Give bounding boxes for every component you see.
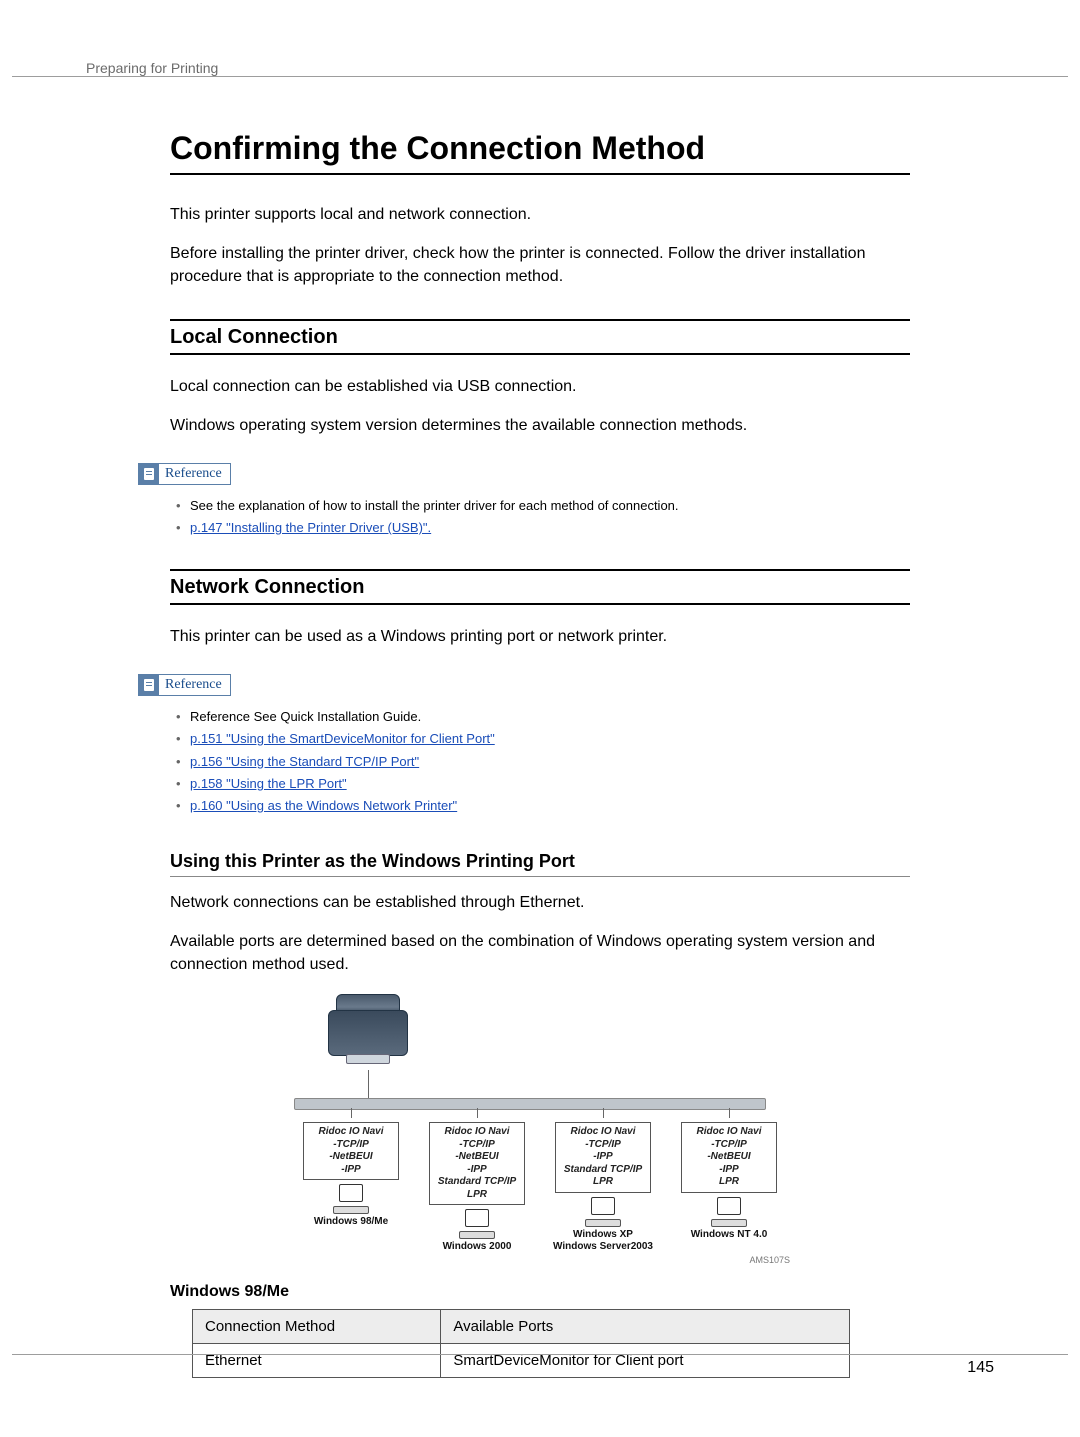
computer-icon xyxy=(331,1184,371,1214)
list-item: p.147 "Installing the Printer Driver (US… xyxy=(176,517,910,539)
reference-link[interactable]: p.151 "Using the SmartDeviceMonitor for … xyxy=(190,731,495,746)
figure-id: AMS107S xyxy=(290,1255,790,1265)
top-rule xyxy=(12,76,1068,77)
reference-text: See the explanation of how to install th… xyxy=(190,498,679,513)
reference-link[interactable]: p.156 "Using the Standard TCP/IP Port" xyxy=(190,754,419,769)
reference-label: Reference xyxy=(159,675,230,695)
diagram-node: Ridoc IO Navi -TCP/IP -NetBEUI -IPP Stan… xyxy=(422,1108,532,1253)
reference-icon xyxy=(139,464,159,484)
section-network-connection: Network Connection xyxy=(170,569,910,605)
reference-text: Reference See Quick Installation Guide. xyxy=(190,709,421,724)
content-area: Confirming the Connection Method This pr… xyxy=(170,130,910,1378)
os-label: Windows 98/Me xyxy=(296,1216,406,1228)
table-header-row: Connection Method Available Ports xyxy=(193,1310,850,1344)
list-item: p.151 "Using the SmartDeviceMonitor for … xyxy=(176,728,910,750)
diagram-nodes: Ridoc IO Navi -TCP/IP -NetBEUI -IPP Wind… xyxy=(290,1108,790,1253)
list-item: p.156 "Using the Standard TCP/IP Port" xyxy=(176,751,910,773)
page-number: 145 xyxy=(967,1359,994,1377)
reference-icon xyxy=(139,675,159,695)
table-row: Ethernet SmartDeviceMonitor for Client p… xyxy=(193,1344,850,1378)
connector-line xyxy=(368,1070,369,1098)
section-local-connection: Local Connection xyxy=(170,319,910,355)
subsection-printing-port: Using this Printer as the Windows Printi… xyxy=(170,851,910,877)
reference-link[interactable]: p.147 "Installing the Printer Driver (US… xyxy=(190,520,431,535)
diagram-node: Ridoc IO Navi -TCP/IP -NetBEUI -IPP Wind… xyxy=(296,1108,406,1253)
local-paragraph-2: Windows operating system version determi… xyxy=(170,414,910,437)
bottom-rule xyxy=(12,1354,1068,1355)
os-label: Windows XP Windows Server2003 xyxy=(548,1229,658,1253)
network-diagram: Ridoc IO Navi -TCP/IP -NetBEUI -IPP Wind… xyxy=(290,992,790,1265)
printing-port-paragraph-1: Network connections can be established t… xyxy=(170,891,910,914)
list-item: p.158 "Using the LPR Port" xyxy=(176,773,910,795)
table-cell: Ethernet xyxy=(193,1344,441,1378)
reference-tag: Reference xyxy=(138,674,231,696)
ports-table: Connection Method Available Ports Ethern… xyxy=(192,1309,850,1378)
table-header: Available Ports xyxy=(441,1310,850,1344)
list-item: See the explanation of how to install th… xyxy=(176,495,910,517)
node-box: Ridoc IO Navi -TCP/IP -NetBEUI -IPP LPR xyxy=(681,1122,777,1193)
node-box: Ridoc IO Navi -TCP/IP -NetBEUI -IPP Stan… xyxy=(429,1122,525,1205)
table-caption: Windows 98/Me xyxy=(170,1283,910,1301)
network-reference-list: Reference See Quick Installation Guide. … xyxy=(176,706,910,816)
diagram-node: Ridoc IO Navi -TCP/IP -NetBEUI -IPP LPR … xyxy=(674,1108,784,1253)
printer-icon xyxy=(318,992,418,1062)
printing-port-paragraph-2: Available ports are determined based on … xyxy=(170,930,910,976)
list-item: p.160 "Using as the Windows Network Prin… xyxy=(176,795,910,817)
local-reference-list: See the explanation of how to install th… xyxy=(176,495,910,539)
running-head: Preparing for Printing xyxy=(86,60,218,76)
reference-label: Reference xyxy=(159,464,230,484)
local-paragraph-1: Local connection can be established via … xyxy=(170,375,910,398)
os-label: Windows NT 4.0 xyxy=(674,1229,784,1241)
computer-icon xyxy=(457,1209,497,1239)
os-label: Windows 2000 xyxy=(422,1241,532,1253)
reference-link[interactable]: p.160 "Using as the Windows Network Prin… xyxy=(190,798,457,813)
intro-paragraph-2: Before installing the printer driver, ch… xyxy=(170,242,910,288)
page-title: Confirming the Connection Method xyxy=(170,130,910,175)
computer-icon xyxy=(709,1197,749,1227)
diagram-node: Ridoc IO Navi -TCP/IP -IPP Standard TCP/… xyxy=(548,1108,658,1253)
computer-icon xyxy=(583,1197,623,1227)
page: Preparing for Printing Confirming the Co… xyxy=(0,0,1080,1437)
intro-paragraph-1: This printer supports local and network … xyxy=(170,203,910,226)
table-cell: SmartDeviceMonitor for Client port xyxy=(441,1344,850,1378)
reference-tag: Reference xyxy=(138,463,231,485)
reference-link[interactable]: p.158 "Using the LPR Port" xyxy=(190,776,347,791)
network-paragraph-1: This printer can be used as a Windows pr… xyxy=(170,625,910,648)
node-box: Ridoc IO Navi -TCP/IP -IPP Standard TCP/… xyxy=(555,1122,651,1193)
list-item: Reference See Quick Installation Guide. xyxy=(176,706,910,728)
node-box: Ridoc IO Navi -TCP/IP -NetBEUI -IPP xyxy=(303,1122,399,1180)
table-header: Connection Method xyxy=(193,1310,441,1344)
